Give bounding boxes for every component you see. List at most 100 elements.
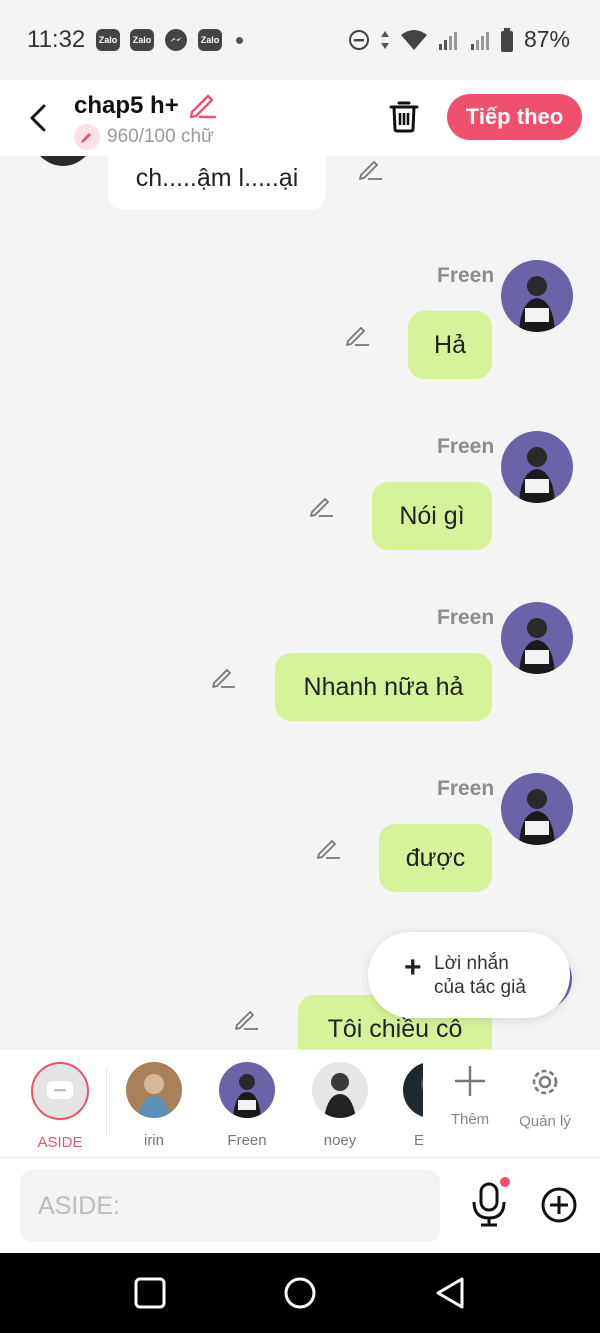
character-noey[interactable]: noey [310, 1062, 370, 1149]
edit-message-icon[interactable] [234, 1006, 260, 1030]
character-label: noey [323, 1132, 357, 1149]
avatar[interactable] [501, 260, 573, 332]
aside-avatar [31, 1062, 89, 1120]
recents-button[interactable] [132, 1275, 168, 1316]
chat-area[interactable]: ch.....ậm l.....ại Freen Hả Freen Nói gì… [0, 156, 600, 1049]
message-text: Hả [434, 330, 466, 359]
message-bubble[interactable]: Nhanh nữa hả [275, 653, 492, 721]
character-selector: ASIDE irin Freen noey E Thêm Quản lý [0, 1049, 600, 1157]
edit-message-icon[interactable] [309, 493, 335, 517]
message-bubble[interactable]: ch.....ậm l.....ại [108, 156, 326, 210]
recording-dot [500, 1177, 510, 1187]
message-text: Nhanh nữa hả [303, 672, 464, 701]
freen-avatar-image [501, 260, 573, 332]
microphone-icon [472, 1182, 506, 1227]
manage-label: Quản lý [519, 1113, 571, 1130]
noey-avatar-image [312, 1062, 368, 1118]
sender-name: Freen [437, 606, 495, 629]
divider [106, 1068, 107, 1136]
status-bar: 11:32 Zalo Zalo Zalo 87% [0, 0, 600, 80]
chevron-left-icon [30, 104, 46, 132]
next-button[interactable]: Tiếp theo [447, 94, 582, 140]
wifi-icon [400, 29, 427, 50]
avatar [403, 1062, 423, 1118]
system-navigation-bar [0, 1253, 600, 1333]
top-app-bar: chap5 h+ 960/100 chữ Tiếp theo [0, 80, 600, 156]
character-label: irin [143, 1132, 164, 1149]
avatar[interactable] [501, 773, 573, 845]
attach-button[interactable] [540, 1186, 578, 1229]
avatar [126, 1062, 182, 1118]
message-text: được [405, 843, 466, 872]
character-label: E [414, 1132, 423, 1149]
author-note-label: Lời nhắn của tác giả [434, 953, 526, 998]
freen-avatar-image [501, 431, 573, 503]
e-avatar-image [403, 1062, 423, 1118]
battery-percent: 87% [523, 26, 570, 52]
sender-name: Freen [437, 435, 495, 458]
message-text: Nói gì [399, 501, 465, 530]
message-bubble[interactable]: Hả [408, 311, 492, 379]
avatar[interactable] [501, 602, 573, 674]
message-input[interactable] [20, 1170, 440, 1242]
author-note-button[interactable]: + Lời nhắn của tác giả [368, 932, 570, 1018]
message-bubble[interactable]: Nói gì [372, 482, 492, 550]
data-arrows-icon [380, 30, 389, 49]
battery-icon [500, 27, 513, 52]
character-aside[interactable]: ASIDE [30, 1062, 90, 1151]
freen-avatar-image [501, 773, 573, 845]
plus-icon [455, 1066, 485, 1096]
character-freen[interactable]: Freen [217, 1062, 277, 1149]
edit-title-button[interactable] [188, 90, 218, 125]
dnd-icon [348, 29, 369, 50]
plus-icon: + [404, 951, 422, 984]
trash-icon [389, 101, 419, 133]
chat-bubble-icon [47, 1081, 73, 1099]
delete-button[interactable] [386, 98, 422, 139]
composer [0, 1157, 600, 1253]
edit-message-icon[interactable] [358, 156, 384, 180]
system-icons: 87% [348, 26, 570, 53]
edit-message-icon[interactable] [316, 835, 342, 859]
character-label: ASIDE [37, 1134, 83, 1151]
avatar [312, 1062, 368, 1118]
more-notifications-dot [236, 36, 243, 44]
word-count: 960/100 chữ [107, 126, 214, 147]
signal-2-icon [470, 31, 489, 50]
avatar[interactable] [30, 156, 96, 166]
square-icon [134, 1277, 166, 1309]
avatar[interactable] [501, 431, 573, 503]
notification-icons: Zalo Zalo Zalo [96, 28, 243, 52]
edit-message-icon[interactable] [211, 664, 237, 688]
pencil-icon [81, 133, 91, 143]
add-circle-icon [541, 1187, 577, 1223]
gear-icon [532, 1069, 558, 1095]
pencil-icon [189, 94, 217, 119]
add-character-button[interactable]: Thêm [440, 1064, 500, 1128]
avatar [219, 1062, 275, 1118]
message-text: Tôi chiều cô [327, 1015, 463, 1043]
voice-button[interactable] [470, 1180, 508, 1233]
irin-avatar-image [126, 1062, 182, 1118]
messenger-icon [165, 29, 187, 51]
freen-avatar-image [219, 1062, 275, 1118]
message-bubble[interactable]: được [379, 824, 492, 892]
back-nav-button[interactable] [432, 1275, 468, 1316]
signal-icon [438, 31, 457, 50]
home-button[interactable] [282, 1275, 318, 1316]
zalo-icon: Zalo [198, 29, 222, 51]
circle-icon [284, 1277, 316, 1309]
character-irin[interactable]: irin [124, 1062, 184, 1149]
chapter-title[interactable]: chap5 h+ [74, 92, 179, 120]
character-label: Freen [227, 1132, 267, 1149]
word-count-badge-icon [74, 124, 100, 150]
edit-message-icon[interactable] [345, 322, 371, 346]
add-label: Thêm [450, 1111, 490, 1128]
message-text: ch.....ậm l.....ại [135, 163, 299, 192]
back-button[interactable] [20, 98, 56, 138]
manage-characters-button[interactable]: Quản lý [515, 1064, 575, 1130]
character-e[interactable]: E [403, 1062, 423, 1149]
zalo-icon: Zalo [130, 29, 154, 51]
sender-name: Freen [437, 777, 495, 800]
sender-name: Freen [437, 264, 495, 287]
